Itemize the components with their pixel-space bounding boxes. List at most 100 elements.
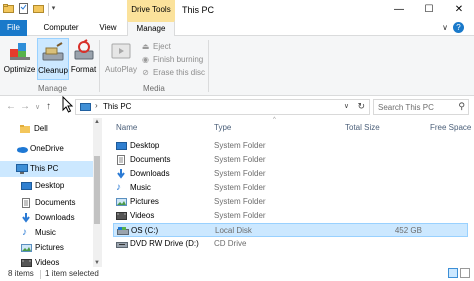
- back-arrow-icon[interactable]: ←: [6, 101, 16, 112]
- erase-disc-icon: ⊘: [142, 68, 149, 77]
- finish-burning-button[interactable]: ◉ Finish burning: [141, 53, 205, 66]
- title-separator: [48, 3, 49, 16]
- table-row[interactable]: Documents System Folder: [113, 153, 468, 167]
- this-pc-icon: [16, 164, 28, 174]
- scroll-down-arrow-icon[interactable]: ▼: [94, 260, 100, 266]
- ribbon-group-separator: [99, 40, 100, 92]
- optimize-label: Optimize: [3, 65, 36, 74]
- eject-button[interactable]: ⏏ Eject: [141, 40, 205, 53]
- ribbon-group-separator: [208, 40, 209, 92]
- table-row[interactable]: Desktop System Folder: [113, 139, 468, 153]
- format-drive-icon: [72, 39, 96, 63]
- table-row[interactable]: DVD RW Drive (D:) CD Drive: [113, 237, 468, 251]
- table-row[interactable]: Pictures System Folder: [113, 195, 468, 209]
- table-row[interactable]: ♪ Music System Folder: [113, 181, 468, 195]
- nav-item-pictures[interactable]: Pictures: [0, 240, 96, 256]
- search-box[interactable]: ⚲: [373, 99, 469, 115]
- details-view-icon[interactable]: [448, 268, 458, 278]
- documents-icon: [21, 198, 31, 208]
- finish-burning-label: Finish burning: [153, 55, 204, 64]
- downloads-arrow-icon: [116, 169, 127, 179]
- file-name: Music: [130, 183, 151, 192]
- scroll-up-arrow-icon[interactable]: ▲: [94, 119, 100, 125]
- address-dropdown-icon[interactable]: ∨: [344, 102, 349, 110]
- cleanup-label: Cleanup: [38, 66, 68, 75]
- autoplay-button[interactable]: AutoPlay: [103, 38, 139, 80]
- nav-item-label: This PC: [30, 164, 59, 173]
- breadcrumb-this-pc[interactable]: This PC: [103, 102, 131, 111]
- customize-qat-icon[interactable]: ▾: [48, 3, 59, 15]
- minimize-button[interactable]: —: [384, 0, 414, 20]
- ribbon-manage: Optimize Cleanup Format AutoPlay ⏏ Eject…: [0, 36, 474, 96]
- file-type: System Folder: [214, 155, 266, 164]
- search-icon[interactable]: ⚲: [458, 101, 465, 112]
- file-name: OS (C:): [131, 226, 159, 235]
- ribbon-collapse-chevron-icon[interactable]: ∨: [442, 20, 448, 36]
- nav-item-documents[interactable]: Documents: [0, 195, 96, 211]
- item-count: 8 items: [8, 269, 34, 278]
- up-arrow-icon[interactable]: ↑: [46, 101, 51, 112]
- erase-disc-label: Erase this disc: [153, 68, 206, 77]
- forward-arrow-icon[interactable]: →: [20, 101, 30, 112]
- help-icon[interactable]: ?: [453, 22, 464, 33]
- sort-caret-icon: ^: [273, 117, 276, 123]
- tab-computer[interactable]: Computer: [37, 20, 85, 36]
- address-bar[interactable]: › This PC ∨ ↻: [75, 99, 370, 115]
- file-total-size: 452 GB: [394, 226, 422, 235]
- column-header-total-size[interactable]: Total Size: [345, 120, 380, 136]
- file-name: Downloads: [130, 169, 170, 178]
- column-header-type[interactable]: Type: [214, 120, 231, 136]
- breadcrumb-chevron-icon[interactable]: ›: [95, 101, 98, 110]
- onedrive-cloud-icon: [16, 144, 28, 154]
- large-icons-view-icon[interactable]: [460, 268, 470, 278]
- format-button[interactable]: Format: [70, 38, 97, 80]
- nav-item-label: Pictures: [35, 243, 64, 252]
- optimize-button[interactable]: Optimize: [3, 38, 36, 80]
- maximize-button[interactable]: ☐: [414, 0, 444, 20]
- disk-cleanup-icon: [41, 40, 65, 64]
- new-folder-icon[interactable]: [33, 3, 44, 15]
- dvd-drive-icon: [116, 239, 128, 249]
- recent-locations-chevron-icon[interactable]: ∨: [35, 103, 40, 111]
- nav-item-downloads[interactable]: Downloads: [0, 210, 96, 226]
- nav-item-label: OneDrive: [30, 144, 64, 153]
- table-row-selected[interactable]: OS (C:) Local Disk 452 GB: [113, 223, 468, 237]
- close-button[interactable]: ✕: [444, 0, 474, 20]
- nav-item-onedrive[interactable]: OneDrive: [0, 141, 96, 157]
- nav-item-music[interactable]: ♪ Music: [0, 225, 96, 241]
- refresh-icon[interactable]: ↻: [357, 101, 365, 112]
- table-row[interactable]: Downloads System Folder: [113, 167, 468, 181]
- group-label-media: Media: [143, 84, 165, 93]
- column-header-name[interactable]: Name: [116, 120, 137, 136]
- properties-icon[interactable]: [18, 3, 29, 15]
- nav-item-desktop[interactable]: Desktop: [0, 178, 96, 194]
- file-name: Pictures: [130, 197, 159, 206]
- erase-disc-button[interactable]: ⊘ Erase this disc: [141, 66, 205, 79]
- nav-item-label: Documents: [35, 198, 76, 207]
- nav-item-label: Desktop: [35, 181, 65, 190]
- window-title: This PC: [182, 5, 215, 15]
- ribbon-tabs: File Computer View Manage ∨ ?: [0, 20, 474, 37]
- tab-file[interactable]: File: [0, 20, 27, 36]
- nav-item-dell[interactable]: Dell: [0, 121, 96, 137]
- desktop-icon: [116, 141, 127, 151]
- title-bar: ▾ Drive Tools This PC — ☐ ✕: [0, 0, 474, 20]
- tab-view[interactable]: View: [90, 20, 126, 36]
- nav-item-this-pc[interactable]: This PC: [0, 161, 96, 177]
- tab-manage[interactable]: Manage: [127, 20, 175, 37]
- media-commands: ⏏ Eject ◉ Finish burning ⊘ Erase this di…: [141, 40, 205, 79]
- file-name: DVD RW Drive (D:): [130, 239, 199, 248]
- quick-access-toolbar: ▾: [3, 3, 59, 15]
- table-row[interactable]: Videos System Folder: [113, 209, 468, 223]
- cleanup-button[interactable]: Cleanup: [37, 38, 69, 80]
- nav-scrollbar-thumb[interactable]: [94, 156, 100, 224]
- window-controls: — ☐ ✕: [384, 0, 474, 20]
- desktop-icon: [21, 181, 32, 191]
- column-header-free-space[interactable]: Free Space: [430, 120, 471, 136]
- search-input[interactable]: [378, 101, 454, 113]
- nav-item-label: Dell: [34, 124, 48, 133]
- nav-scrollbar[interactable]: ▲ ▼: [93, 118, 101, 267]
- group-label-manage: Manage: [38, 84, 67, 93]
- file-type: System Folder: [214, 183, 266, 192]
- app-icon[interactable]: [3, 3, 14, 15]
